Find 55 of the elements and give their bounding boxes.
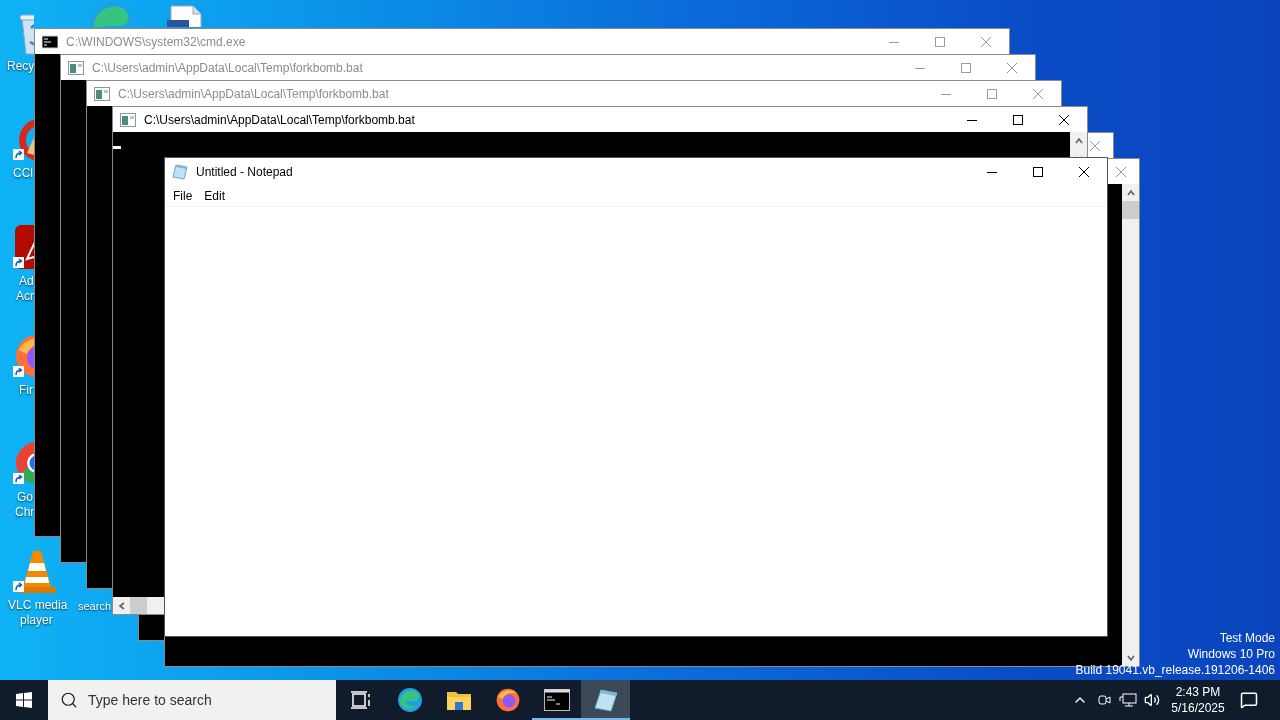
scroll-thumb[interactable] bbox=[1122, 201, 1139, 219]
window-title: C:\WINDOWS\system32\cmd.exe bbox=[66, 34, 246, 49]
icon-label[interactable]: Acr bbox=[16, 289, 34, 304]
windows-logo-icon bbox=[16, 692, 32, 708]
icon-label[interactable]: Fir bbox=[19, 383, 33, 398]
icon-label[interactable]: Ad bbox=[19, 274, 34, 289]
clock-date: 5/16/2025 bbox=[1171, 700, 1225, 716]
icon-label[interactable]: Go bbox=[17, 490, 33, 505]
maximize-icon bbox=[1033, 166, 1043, 177]
window-icon bbox=[94, 85, 110, 102]
maximize-icon bbox=[935, 36, 945, 47]
window-title: C:\Users\admin\AppData\Local\Temp\forkbomb.bat bbox=[92, 60, 363, 75]
close-icon bbox=[1033, 88, 1043, 99]
search-icon bbox=[60, 691, 78, 709]
close-icon bbox=[1007, 62, 1017, 73]
close-icon bbox=[1116, 166, 1126, 177]
icon-label[interactable]: player bbox=[20, 613, 53, 628]
maximize-icon bbox=[1013, 114, 1023, 125]
icon-label[interactable]: VLC media bbox=[8, 598, 68, 613]
network-icon bbox=[1119, 692, 1137, 708]
notification-icon bbox=[1240, 691, 1258, 709]
maximize-icon bbox=[987, 88, 997, 99]
window-icon bbox=[120, 111, 136, 128]
close-icon bbox=[1079, 166, 1089, 177]
firefox-icon bbox=[494, 687, 521, 713]
search-field[interactable]: Type here to search bbox=[48, 680, 336, 720]
icon-label[interactable]: search bbox=[78, 599, 112, 614]
console-icon bbox=[543, 689, 570, 711]
clock-time: 2:43 PM bbox=[1175, 684, 1221, 700]
camera-icon bbox=[1096, 692, 1112, 708]
system-info-text: Test Mode bbox=[1219, 630, 1275, 646]
taskbar-button[interactable] bbox=[581, 680, 630, 720]
menu-item[interactable]: Edit bbox=[198, 188, 232, 203]
window-title: Untitled - Notepad bbox=[196, 164, 293, 179]
icon-label[interactable]: CCl bbox=[13, 166, 33, 181]
close-icon bbox=[1059, 114, 1069, 125]
system-info-text: Build 19041.vb_release.191206-1406 bbox=[1075, 662, 1275, 678]
menu-item[interactable]: File bbox=[167, 188, 199, 203]
edge-icon bbox=[396, 687, 423, 713]
close-icon bbox=[981, 36, 991, 47]
close-icon bbox=[1090, 140, 1100, 151]
window-title: C:\Users\admin\AppData\Local\Temp\forkbomb.bat bbox=[144, 112, 415, 127]
notepad-icon bbox=[592, 687, 619, 713]
notepad-icon bbox=[172, 163, 188, 180]
window-title: C:\Users\admin\AppData\Local\Temp\forkbomb.bat bbox=[118, 86, 389, 101]
icon-label[interactable]: Recy bbox=[7, 59, 35, 74]
icon-label[interactable]: Chr bbox=[15, 505, 35, 520]
console-icon bbox=[42, 33, 58, 50]
clock[interactable]: 2:43 PM 5/16/2025 bbox=[1164, 680, 1232, 720]
maximize-icon bbox=[961, 62, 971, 73]
text-cursor bbox=[113, 146, 121, 149]
volume-icon bbox=[1144, 692, 1160, 708]
window-icon bbox=[68, 59, 84, 76]
system-info-text: Windows 10 Pro bbox=[1187, 646, 1275, 662]
task-view-icon bbox=[349, 689, 372, 711]
